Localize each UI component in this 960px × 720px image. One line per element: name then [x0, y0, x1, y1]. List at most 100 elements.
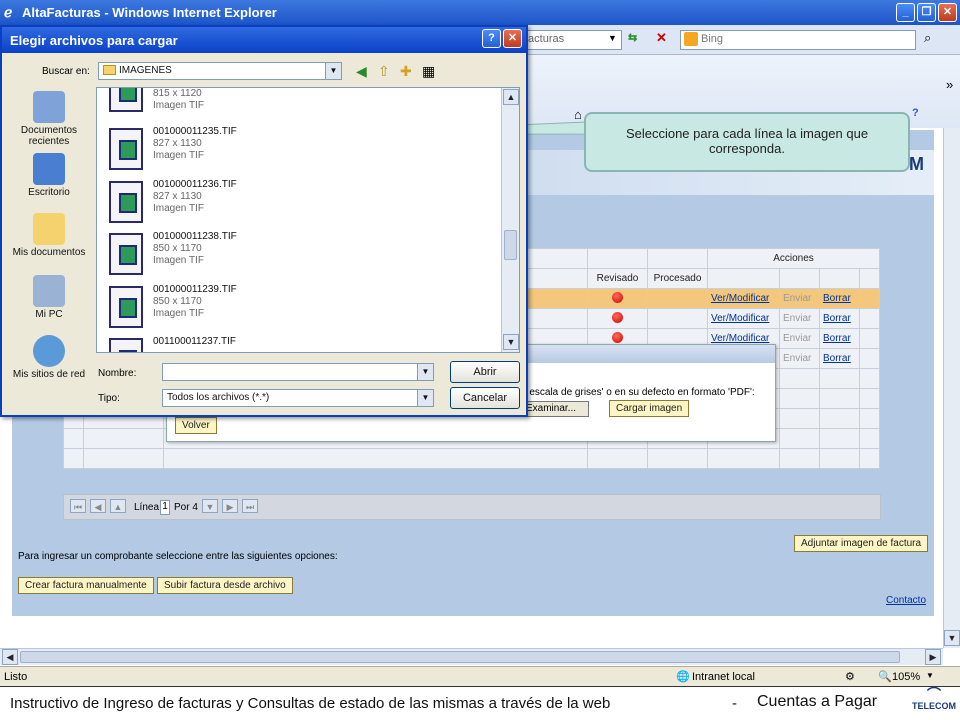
scroll-up-button[interactable]: ▲ — [503, 89, 519, 105]
status-red-icon — [612, 331, 623, 343]
place-desktop[interactable]: Escritorio — [10, 153, 88, 198]
more-tools-icon[interactable]: » — [946, 77, 953, 92]
page-count: Por 4 — [174, 502, 198, 513]
adjuntar-imagen-button[interactable]: Adjuntar imagen de factura — [794, 535, 929, 552]
globe-icon: 🌐 — [676, 671, 690, 683]
volver-button[interactable]: Volver — [175, 417, 217, 434]
file-dims: 850 x 1170 — [153, 243, 202, 254]
borrar-link[interactable]: Borrar — [823, 293, 851, 304]
ver-modificar-link[interactable]: Ver/Modificar — [711, 313, 769, 324]
zoom-level[interactable]: 105% — [892, 671, 920, 683]
instruction-callout: Seleccione para cada línea la imagen que… — [584, 112, 910, 172]
zoom-icon[interactable]: 🔍 — [878, 670, 892, 683]
subir-factura-button[interactable]: Subir factura desde archivo — [157, 577, 293, 594]
file-item[interactable]: 001100011237.TIF — [109, 336, 409, 352]
borrar-link[interactable]: Borrar — [823, 353, 851, 364]
close-button[interactable]: ✕ — [938, 3, 957, 22]
dropdown-arrow-icon[interactable]: ▼ — [608, 33, 617, 43]
restore-button[interactable]: ❐ — [917, 3, 936, 22]
file-name: 001000011239.TIF — [153, 284, 237, 295]
next-page-button[interactable]: ▼ — [202, 499, 218, 513]
enviar-link: Enviar — [783, 293, 812, 304]
file-item[interactable]: 001000011236.TIF 827 x 1130 Imagen TIF — [109, 179, 409, 227]
open-button[interactable]: Abrir — [450, 361, 520, 383]
linea-input[interactable]: 1 — [160, 500, 170, 515]
dialog-help-button[interactable]: ? — [482, 29, 501, 48]
first-page-button[interactable]: ⏮ — [70, 499, 86, 513]
refresh-icon[interactable]: ⇆ — [628, 31, 637, 44]
scroll-right-button[interactable]: ▶ — [925, 649, 941, 665]
back-icon[interactable]: ◀ — [356, 63, 367, 80]
file-name: 001000011235.TIF — [153, 126, 237, 137]
examinar-button[interactable]: Examinar... — [523, 401, 589, 417]
scroll-down-button[interactable]: ▼ — [503, 334, 519, 350]
place-my-documents[interactable]: Mis documentos — [10, 213, 88, 258]
up-folder-icon[interactable]: ⇧ — [378, 63, 390, 80]
help-icon[interactable]: ? — [912, 107, 919, 119]
ie-logo-icon: ℯ — [4, 4, 13, 20]
new-folder-icon[interactable]: ✚ — [400, 63, 412, 80]
dialog-close-button[interactable]: ✕ — [503, 29, 522, 48]
file-type-value: Todos los archivos (*.*) — [167, 392, 270, 403]
file-dims: 850 x 1170 — [153, 296, 202, 307]
stop-icon[interactable]: ✕ — [656, 30, 667, 46]
bing-icon — [684, 32, 698, 46]
cancel-button[interactable]: Cancelar — [450, 387, 520, 409]
status-red-icon — [612, 311, 623, 323]
search-input[interactable]: Bing — [680, 30, 916, 50]
network-icon — [33, 335, 65, 367]
borrar-link[interactable]: Borrar — [823, 313, 851, 324]
view-menu-icon[interactable]: ▦ — [422, 63, 435, 80]
file-dims: 827 x 1130 — [153, 191, 202, 202]
last-page-button[interactable]: ⏭ — [242, 499, 258, 513]
contacto-link[interactable]: Contacto — [886, 595, 926, 606]
place-recent[interactable]: Documentos recientes — [10, 91, 88, 147]
file-type: Imagen TIF — [153, 308, 204, 319]
revisado-header: Revisado — [587, 268, 648, 289]
my-documents-icon — [33, 213, 65, 245]
file-item[interactable]: 815 x 1120 Imagen TIF — [109, 88, 409, 116]
ver-modificar-link[interactable]: Ver/Modificar — [711, 333, 769, 344]
file-item[interactable]: 001000011238.TIF 850 x 1170 Imagen TIF — [109, 231, 409, 279]
place-my-pc[interactable]: Mi PC — [10, 275, 88, 320]
ver-modificar-link[interactable]: Ver/Modificar — [711, 293, 769, 304]
file-type: Imagen TIF — [153, 255, 204, 266]
enviar-link: Enviar — [783, 313, 812, 324]
lookin-select[interactable]: IMAGENES ▼ — [98, 62, 342, 80]
scroll-thumb[interactable] — [504, 230, 517, 260]
scroll-thumb[interactable] — [20, 651, 900, 663]
status-bar: Listo 🌐 Intranet local ⚙ 🔍 105% ▼ — [0, 666, 960, 686]
chevron-down-icon: ▼ — [325, 63, 341, 79]
prev-page-button[interactable]: ◀ — [90, 499, 106, 513]
place-network[interactable]: Mis sitios de red — [10, 335, 88, 380]
security-icon[interactable]: ⚙ — [845, 670, 855, 683]
page-vertical-scrollbar[interactable]: ▼ — [943, 128, 960, 648]
scroll-left-button[interactable]: ◀ — [2, 649, 18, 665]
file-item[interactable]: 001000011239.TIF 850 x 1170 Imagen TIF — [109, 284, 409, 332]
file-type-select[interactable]: Todos los archivos (*.*) ▼ — [162, 389, 434, 407]
address-input[interactable]: facturas — [520, 30, 622, 50]
crear-factura-button[interactable]: Crear factura manualmente — [18, 577, 154, 594]
zoom-dropdown-icon[interactable]: ▼ — [926, 671, 934, 680]
cargar-imagen-button[interactable]: Cargar imagen — [609, 400, 690, 417]
minimize-button[interactable]: _ — [896, 3, 915, 22]
file-name-input[interactable]: ▼ — [162, 363, 434, 381]
file-item[interactable]: 001000011235.TIF 827 x 1130 Imagen TIF — [109, 126, 409, 174]
chevron-down-icon: ▼ — [417, 364, 433, 380]
file-dims: 815 x 1120 — [153, 88, 202, 99]
place-label: Documentos recientes — [20, 125, 78, 147]
search-icon[interactable]: ⌕ — [924, 30, 931, 46]
file-list-scrollbar[interactable]: ▲ ▼ — [501, 88, 519, 352]
tif-file-icon — [109, 128, 143, 170]
tif-file-icon — [109, 286, 143, 328]
recent-docs-icon — [33, 91, 65, 123]
prev-page-alt-button[interactable]: ▲ — [110, 499, 126, 513]
file-list[interactable]: 815 x 1120 Imagen TIF 001000011235.TIF 827… — [96, 87, 520, 353]
banner-logo: M — [909, 154, 924, 174]
scroll-down-button[interactable]: ▼ — [944, 630, 960, 646]
next-page-alt-button[interactable]: ▶ — [222, 499, 238, 513]
borrar-link[interactable]: Borrar — [823, 333, 851, 344]
lookin-label: Buscar en: — [42, 66, 90, 77]
file-open-dialog: Elegir archivos para cargar ? ✕ Buscar e… — [0, 25, 528, 417]
page-horizontal-scrollbar[interactable]: ◀ ▶ — [0, 648, 943, 665]
